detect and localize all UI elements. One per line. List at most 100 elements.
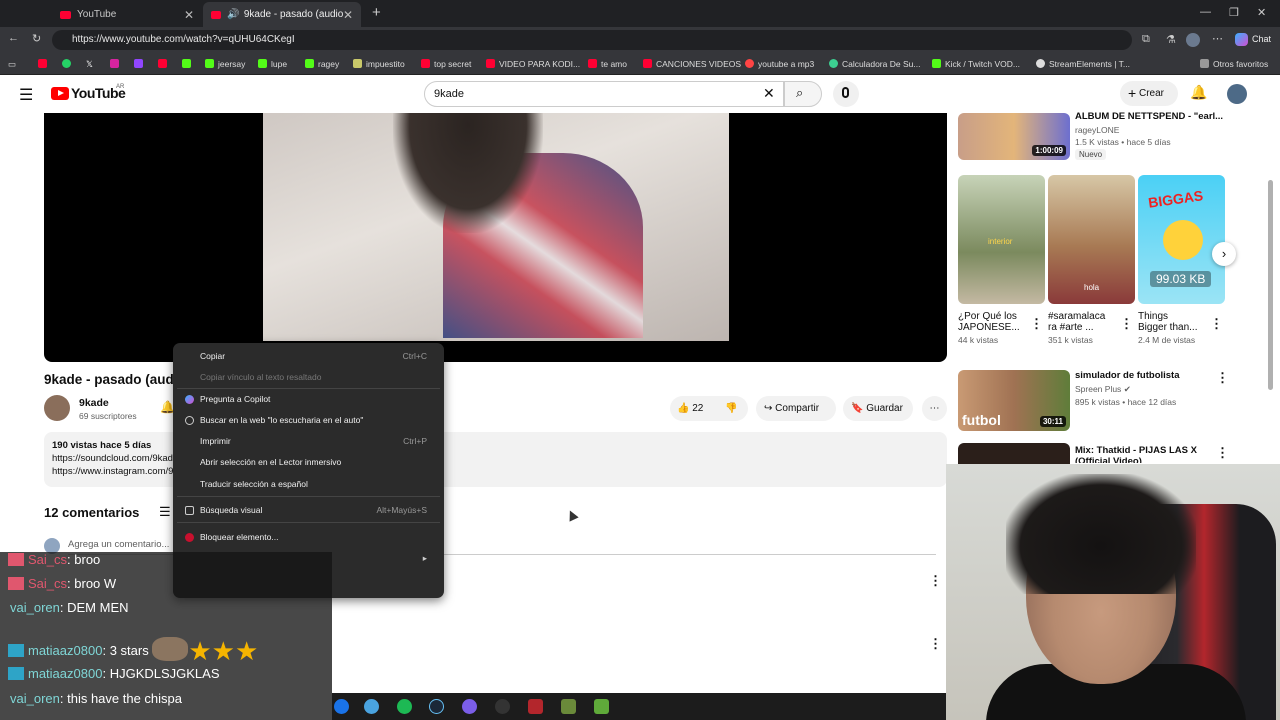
url-input[interactable]: https://www.youtube.com/watch?v=qUHU64CK… [52,30,1132,50]
menu-item-translate[interactable]: Traducir selección a español [200,479,435,489]
menu-icon[interactable]: ☰ [19,85,33,105]
app-icon[interactable] [561,699,576,714]
search-button[interactable]: ⌕ [784,81,822,107]
bookmark-item[interactable]: VIDEO PARA KODI... [486,59,580,69]
related-video[interactable]: simulador de futbolista Spreen Plus ✔ 89… [1075,370,1215,407]
menu-item-copilot[interactable]: Pregunta a Copilot [185,394,435,404]
clear-search-icon[interactable]: ✕ [763,85,775,102]
bookmark-item[interactable]: jeersay [205,59,245,69]
related-thumbnail[interactable]: futbol 30:11 [958,370,1070,431]
short-thumbnail[interactable]: BIGGAS 99.03 KB [1138,175,1225,304]
tab-active-video[interactable]: 🔊9kade - pasado (audio) - YouT✕ [203,2,361,27]
bookmark-item[interactable]: te amo [588,59,627,69]
bookmark-item[interactable]: Calculadora De Su... [829,59,920,69]
kick-icon[interactable] [182,59,191,68]
close-tab-icon[interactable]: ✕ [343,8,353,22]
menu-item-print[interactable]: Imprimir Ctrl+P [200,436,435,446]
menu-item-block-element[interactable]: Bloquear elemento... [185,532,435,542]
whatsapp-icon[interactable] [62,59,71,68]
bookmark-item[interactable]: StreamElements | T... [1036,59,1130,69]
short-info[interactable]: ¿Por Qué los JAPONESE... 44 k vistas [958,311,1038,345]
like-button[interactable]: 👍 22 [677,396,703,421]
twitch-icon[interactable] [134,59,143,68]
extensions-icon[interactable]: ⧉ [1142,33,1150,46]
short-info[interactable]: Things Bigger than... 2.4 M de vistas [1138,311,1218,345]
add-comment-input[interactable]: Agrega un comentario... [68,539,169,550]
edge-icon[interactable] [334,699,349,714]
instagram-icon[interactable] [110,59,119,68]
discord-icon[interactable] [462,699,477,714]
save-button[interactable]: 🔖 Guardar [843,396,913,421]
bookmark-item[interactable]: youtube a mp3 [745,59,814,69]
obs-icon[interactable] [495,699,510,714]
search-input[interactable]: 9kade [424,81,784,107]
video-frame [263,113,729,341]
back-icon[interactable]: ← [8,32,19,44]
bookmark-item[interactable]: lupe [258,59,287,69]
voice-search-button[interactable] [833,81,859,107]
short-menu-icon[interactable]: ⋮ [1120,316,1133,332]
app-icon[interactable] [528,699,543,714]
more-actions-button[interactable]: ⋯ [922,396,947,421]
maximize-icon[interactable]: ❐ [1229,6,1239,19]
video-menu-icon[interactable]: ⋮ [1216,445,1229,461]
youtube-logo-icon[interactable] [51,87,69,100]
comment-menu-icon[interactable]: ⋮ [929,573,942,589]
x-icon[interactable]: 𝕏 [86,59,93,70]
other-bookmarks[interactable]: Otros favoritos [1200,59,1268,69]
steam-icon[interactable] [429,699,444,714]
reload-icon[interactable]: ↻ [32,32,41,45]
youtube-icon[interactable] [38,59,47,68]
bookmarks-icon[interactable]: ▭ [8,59,16,70]
short-menu-icon[interactable]: ⋮ [1210,316,1223,332]
bookmark-item[interactable]: Kick / Twitch VOD... [932,59,1020,69]
channel-name[interactable]: 9kade [79,397,109,409]
browser-icon[interactable] [364,699,379,714]
spotify-icon[interactable] [397,699,412,714]
minimize-icon[interactable]: — [1200,6,1211,18]
split-icon[interactable]: ⚗ [1166,33,1176,46]
bookmark-item[interactable]: top secret [421,59,471,69]
notifications-icon[interactable]: 🔔 [1190,84,1207,101]
bookmark-item[interactable]: CANCIONES VIDEOS [643,59,741,69]
next-arrow-button[interactable]: › [1212,242,1236,266]
account-avatar[interactable] [1227,84,1247,104]
menu-item-visual-search[interactable]: Búsqueda visual Alt+Mayús+S [185,505,435,515]
duration-badge: 1:00:09 [1032,145,1066,156]
dislike-button[interactable]: 👎 [725,396,737,421]
short-info[interactable]: #saramalaca ra #arte ... 351 k vistas [1048,311,1128,345]
related-video[interactable]: Mix: Thatkid - PIJAS LAS X (Official Vid… [1075,445,1215,463]
sort-icon[interactable]: ☰ [159,504,171,520]
channel-avatar[interactable] [44,395,70,421]
menu-item-web-search[interactable]: Buscar en la web "lo escucharia en el au… [185,415,435,425]
menu-divider [177,522,440,523]
copilot-icon[interactable] [1235,33,1248,46]
short-thumbnail[interactable]: interior [958,175,1045,304]
more-menu-icon[interactable]: ⋯ [1212,32,1223,45]
related-thumbnail[interactable]: 1:00:09 [958,113,1070,160]
related-thumbnail[interactable] [958,443,1070,464]
close-tab-icon[interactable]: ✕ [184,8,194,22]
related-video[interactable]: ALBUM DE NETTSPEND - "earl... rageyLONE … [1075,111,1235,160]
bookmark-item[interactable]: impuestito [353,59,405,69]
close-window-icon[interactable]: ✕ [1257,6,1266,19]
short-thumbnail[interactable]: hola [1048,175,1135,304]
profile-avatar[interactable] [1186,33,1200,47]
chat-button[interactable]: Chat [1252,34,1271,44]
create-button[interactable]: + Crear [1120,81,1178,106]
share-button[interactable]: ↪ Compartir [756,396,836,421]
menu-item-immersive-reader[interactable]: Abrir selección en el Lector inmersivo [200,457,435,467]
tab-youtube[interactable]: YouTube ✕ [52,2,202,27]
comment-menu-icon[interactable]: ⋮ [929,636,942,652]
scrollbar[interactable] [1268,180,1273,390]
menu-item-copy[interactable]: Copiar Ctrl+C [200,351,435,361]
comments-count: 12 comentarios [44,505,140,520]
minecraft-icon[interactable] [594,699,609,714]
new-tab-icon[interactable]: + [372,4,381,21]
youtube-icon[interactable] [158,59,167,68]
video-menu-icon[interactable]: ⋮ [1216,370,1229,386]
bookmark-item[interactable]: ragey [305,59,339,69]
webcam-overlay [946,464,1280,720]
video-player[interactable] [44,113,947,362]
short-menu-icon[interactable]: ⋮ [1030,316,1043,332]
